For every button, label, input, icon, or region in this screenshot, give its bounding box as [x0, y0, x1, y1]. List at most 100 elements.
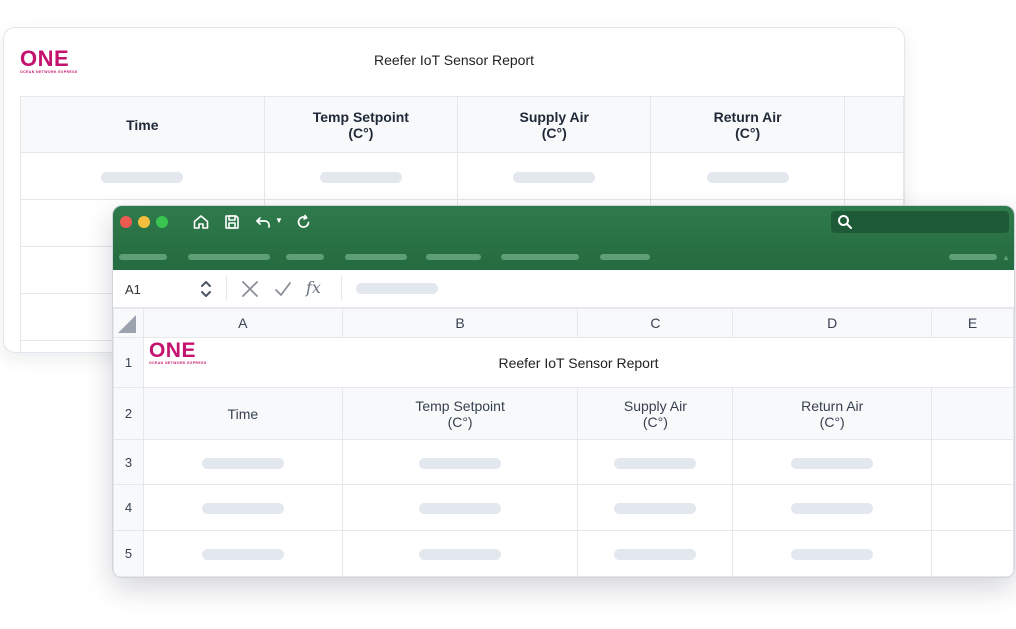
- cell-c2[interactable]: Supply Air (C°): [577, 387, 734, 440]
- sheet-row-2: 2 Time Temp Setpoint (C°) Supply Air (C°) …: [113, 387, 1014, 440]
- excel-window: ▼ ▲ A1 fx A B C D E 1 ONE OCEAN NETWORK …: [112, 205, 1015, 578]
- report-title: Reefer IoT Sensor Report: [373, 52, 535, 68]
- column-header-e[interactable]: E: [931, 308, 1014, 338]
- cell-b4[interactable]: [341, 484, 579, 531]
- column-header-c[interactable]: C: [577, 308, 734, 338]
- spreadsheet-grid: A B C D E 1 ONE OCEAN NETWORK EXPRESS Re…: [113, 308, 1014, 577]
- cell-a2[interactable]: Time: [142, 387, 343, 440]
- column-header-row: A B C D E: [113, 308, 1014, 338]
- save-icon[interactable]: [223, 213, 241, 231]
- cell-b2[interactable]: Temp Setpoint (C°): [341, 387, 579, 440]
- logo-wordmark: ONE: [148, 339, 196, 362]
- cell-c4[interactable]: [577, 484, 734, 531]
- close-window-button[interactable]: [120, 216, 132, 228]
- placeholder-cell: [263, 152, 459, 200]
- select-all-icon: [118, 315, 136, 333]
- placeholder-bar: [201, 503, 284, 515]
- header-label: Time: [227, 405, 259, 422]
- ribbon-tab[interactable]: [501, 254, 579, 260]
- header-label: Supply Air: [519, 108, 589, 125]
- cell-a3[interactable]: [142, 439, 343, 485]
- maximize-window-button[interactable]: [156, 216, 168, 228]
- select-all-corner[interactable]: [113, 308, 144, 338]
- placeholder-bar: [419, 457, 502, 469]
- row-header-4[interactable]: 4: [113, 484, 144, 531]
- ribbon: ▼ ▲: [113, 206, 1014, 270]
- column-header-d[interactable]: D: [732, 308, 933, 338]
- placeholder-cell: [20, 152, 265, 200]
- undo-icon[interactable]: [254, 213, 272, 231]
- cell-e3[interactable]: [931, 439, 1014, 485]
- row-header-3[interactable]: 3: [113, 439, 144, 485]
- placeholder-bar: [101, 171, 184, 183]
- cell-d3[interactable]: [732, 439, 933, 485]
- checkmark-icon[interactable]: [273, 279, 293, 299]
- report-header-return-air: Return Air (C°): [650, 96, 845, 153]
- one-logo: ONE OCEAN NETWORK EXPRESS: [149, 340, 207, 366]
- cell-e5[interactable]: [931, 530, 1014, 577]
- sheet-row-3: 3: [113, 439, 1014, 485]
- column-header-b[interactable]: B: [341, 308, 579, 338]
- report-header-supply-air: Supply Air (C°): [457, 96, 652, 153]
- row-header-2[interactable]: 2: [113, 387, 144, 440]
- cell-d4[interactable]: [732, 484, 933, 531]
- name-box[interactable]: A1: [125, 282, 141, 297]
- placeholder-bar: [201, 549, 284, 561]
- home-icon[interactable]: [192, 213, 210, 231]
- cell-b5[interactable]: [341, 530, 579, 577]
- cell-a5[interactable]: [142, 530, 343, 577]
- header-unit: (C°): [348, 124, 374, 141]
- header-unit: (C°): [819, 413, 845, 430]
- ribbon-tab[interactable]: [119, 254, 167, 260]
- chevron-updown-icon[interactable]: [199, 278, 213, 300]
- chevron-down-icon[interactable]: ▼: [275, 217, 283, 225]
- ribbon-tab[interactable]: [188, 254, 270, 260]
- placeholder-bar: [791, 549, 874, 561]
- report-header-temp-setpoint: Temp Setpoint (C°): [263, 96, 459, 153]
- placeholder-bar: [419, 549, 502, 561]
- redo-icon[interactable]: [295, 213, 313, 231]
- function-icon[interactable]: fx: [306, 278, 321, 297]
- placeholder-bar: [791, 503, 874, 515]
- cell-a1-merged[interactable]: ONE OCEAN NETWORK EXPRESS Reefer IoT Sen…: [142, 337, 1014, 388]
- stage: ONE OCEAN NETWORK EXPRESS Reefer IoT Sen…: [0, 0, 1016, 629]
- placeholder-bar: [614, 503, 697, 515]
- cell-b3[interactable]: [341, 439, 579, 485]
- cell-c3[interactable]: [577, 439, 734, 485]
- logo-tagline: OCEAN NETWORK EXPRESS: [148, 361, 207, 365]
- cancel-icon[interactable]: [240, 279, 260, 299]
- row-header-1[interactable]: 1: [113, 337, 144, 388]
- chevron-up-icon[interactable]: ▲: [1002, 253, 1010, 262]
- formula-input[interactable]: [356, 283, 438, 294]
- cell-d2[interactable]: Return Air (C°): [732, 387, 933, 440]
- ribbon-tab[interactable]: [345, 254, 407, 260]
- header-unit: (C°): [642, 413, 668, 430]
- header-unit: (C°): [541, 124, 567, 141]
- logo-tagline: OCEAN NETWORK EXPRESS: [20, 70, 78, 74]
- search-box[interactable]: [831, 211, 1009, 233]
- sheet-row-4: 4: [113, 484, 1014, 531]
- header-unit: (C°): [447, 413, 473, 430]
- cell-c5[interactable]: [577, 530, 734, 577]
- column-header-a[interactable]: A: [142, 308, 343, 338]
- placeholder-bar: [419, 503, 502, 515]
- row-header-5[interactable]: 5: [113, 530, 144, 577]
- cell-a4[interactable]: [142, 484, 343, 531]
- header-unit: (C°): [735, 124, 761, 141]
- cell-e4[interactable]: [931, 484, 1014, 531]
- ribbon-tab[interactable]: [600, 254, 650, 260]
- header-label: Time: [126, 116, 159, 133]
- empty-cell: [843, 152, 904, 200]
- cell-e2[interactable]: [931, 387, 1014, 440]
- report-header-empty: [843, 96, 904, 153]
- header-label: Supply Air: [623, 397, 687, 414]
- cell-d5[interactable]: [732, 530, 933, 577]
- formula-bar: A1 fx: [113, 270, 1014, 308]
- ribbon-tab[interactable]: [426, 254, 481, 260]
- ribbon-tab[interactable]: [286, 254, 324, 260]
- search-icon: [837, 214, 853, 230]
- report-header-row: Time Temp Setpoint (C°) Supply Air (C°) Re…: [20, 96, 904, 153]
- minimize-window-button[interactable]: [138, 216, 150, 228]
- placeholder-cell: [650, 152, 845, 200]
- ribbon-tab[interactable]: [949, 254, 997, 260]
